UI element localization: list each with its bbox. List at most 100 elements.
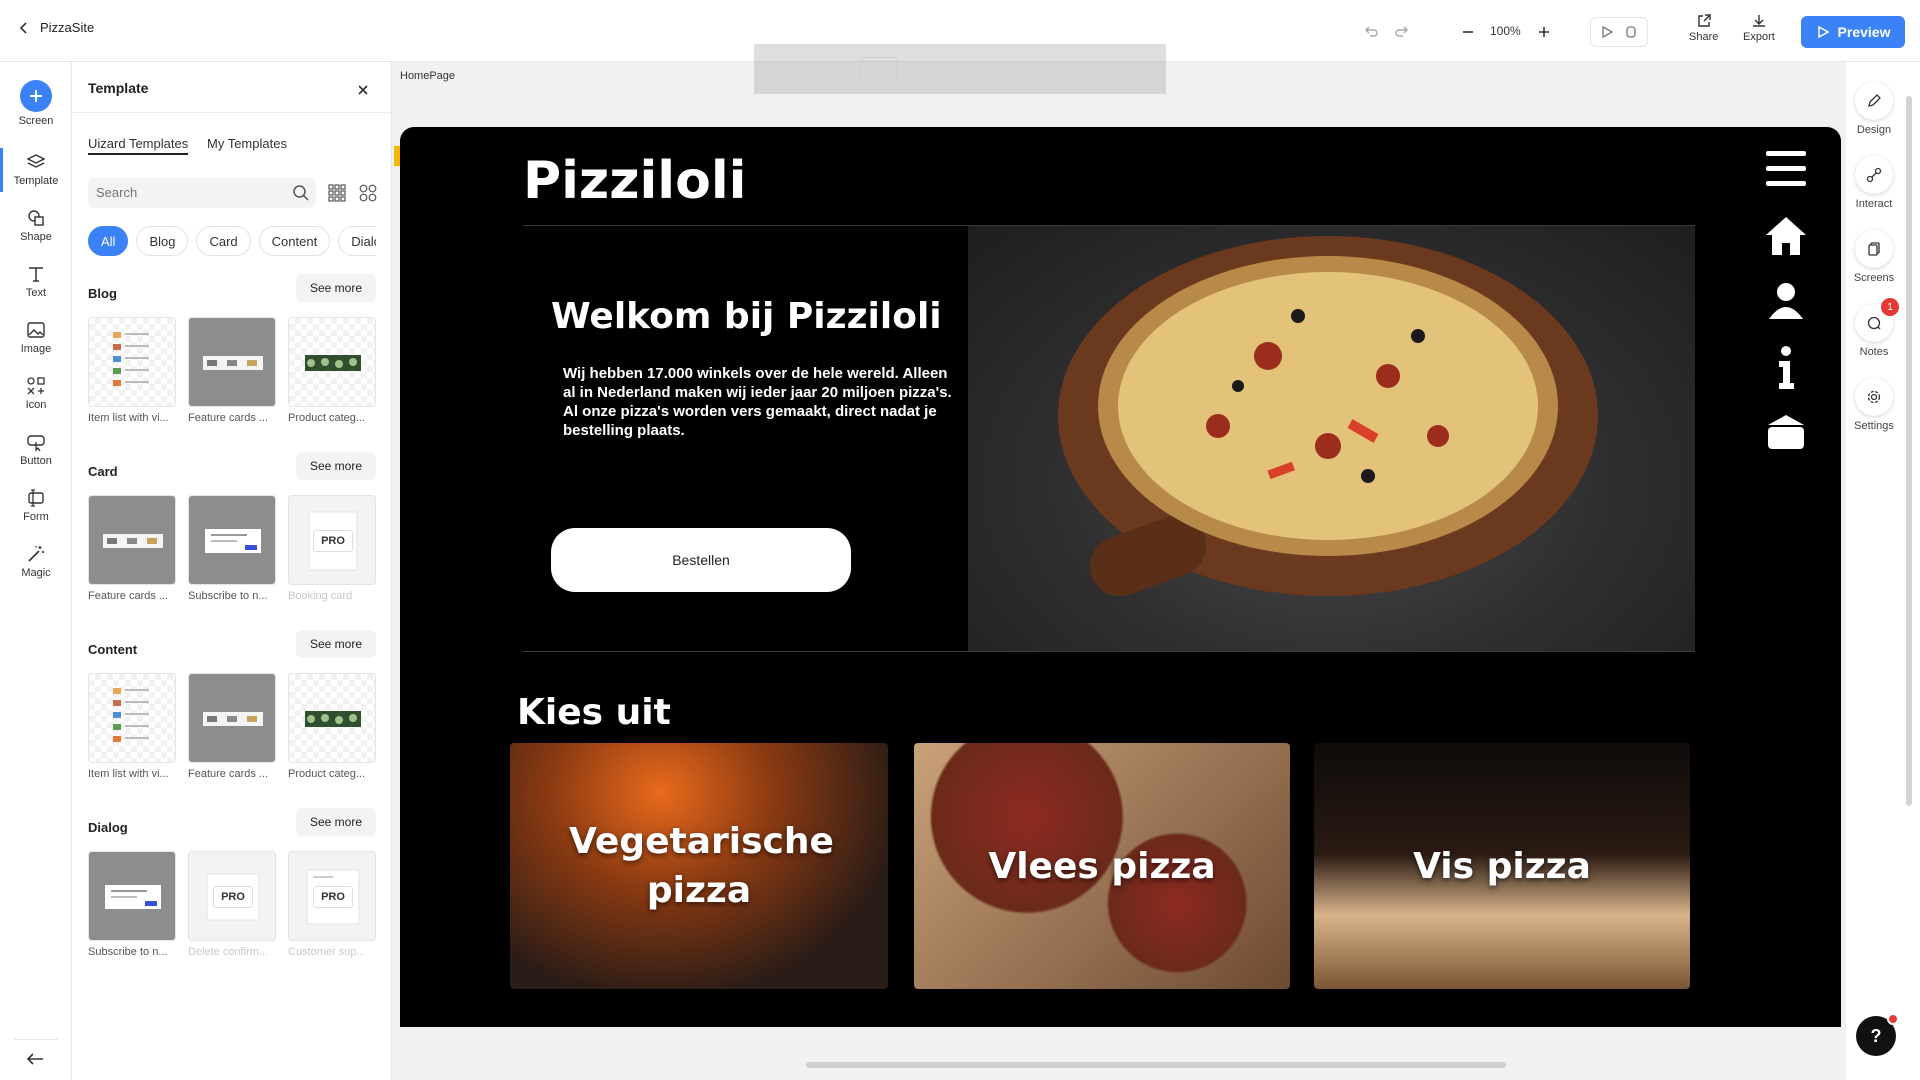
link-nodes-icon	[1866, 167, 1882, 183]
play-icon[interactable]	[1600, 25, 1614, 39]
box-icon[interactable]	[1764, 411, 1808, 451]
template-thumb[interactable]	[88, 317, 176, 407]
order-button[interactable]: Bestellen	[551, 528, 851, 592]
search-input[interactable]	[96, 185, 286, 200]
template-thumb[interactable]	[88, 673, 176, 763]
category-card-vegetarian[interactable]: Vegetarische pizza	[510, 743, 888, 989]
screen-frame[interactable]: Pizziloli Welkom bij Pizziloli Wij hebbe…	[400, 127, 1841, 1027]
see-more-dialog-button[interactable]: See more	[296, 808, 376, 836]
search-icon[interactable]	[292, 184, 310, 202]
template-thumb[interactable]	[288, 317, 376, 407]
card-title: Vegetarische pizza	[569, 821, 834, 911]
template-thumb[interactable]	[188, 317, 276, 407]
pencil-icon	[1868, 94, 1881, 107]
export-button[interactable]: Export	[1743, 13, 1775, 43]
rail-item-image[interactable]: Image	[0, 320, 72, 355]
template-thumb[interactable]	[88, 851, 176, 941]
preview-button[interactable]: Preview	[1801, 16, 1905, 48]
download-icon	[1752, 15, 1765, 27]
info-icon[interactable]	[1764, 345, 1808, 391]
back-to-projects-button[interactable]: PizzaSite	[18, 20, 94, 35]
template-thumb[interactable]	[188, 495, 276, 585]
tab-my-templates[interactable]: My Templates	[207, 136, 287, 151]
rail-label: Interact	[1855, 198, 1893, 210]
see-more-card-button[interactable]: See more	[296, 452, 376, 480]
feature-cards-preview-icon	[103, 534, 163, 548]
chip-dialog[interactable]: Dialo	[338, 226, 376, 256]
section-title-card: Card	[88, 464, 118, 479]
vertical-scrollbar[interactable]	[1906, 96, 1912, 806]
template-thumb[interactable]	[188, 673, 276, 763]
user-icon[interactable]	[1764, 281, 1808, 321]
gear-icon	[1867, 390, 1881, 404]
see-more-content-button[interactable]: See more	[296, 630, 376, 658]
share-button[interactable]: Share	[1689, 13, 1718, 43]
horizontal-scrollbar[interactable]	[806, 1062, 1506, 1068]
site-title: Pizziloli	[523, 151, 747, 211]
rail-item-template[interactable]: Template	[0, 152, 72, 187]
chip-card[interactable]: Card	[196, 226, 251, 256]
grid-large-icon[interactable]	[359, 184, 377, 202]
help-notification-dot	[1887, 1013, 1899, 1025]
chip-all[interactable]: All	[88, 226, 129, 256]
tab-uizard-templates[interactable]: Uizard Templates	[88, 136, 189, 155]
page-name-label[interactable]: HomePage	[400, 70, 455, 82]
template-caption: Customer sup...	[288, 946, 366, 958]
undo-icon[interactable]	[1357, 18, 1385, 46]
rail-item-interact[interactable]: Interact	[1846, 156, 1902, 210]
template-thumb[interactable]: PRO	[288, 851, 376, 941]
rail-label: Notes	[1859, 346, 1889, 358]
rail-item-form[interactable]: Form	[0, 488, 72, 523]
template-caption: Subscribe to n...	[88, 946, 168, 958]
pro-badge: PRO	[213, 886, 253, 908]
template-caption: Product categ...	[288, 768, 366, 780]
pro-badge: PRO	[313, 530, 353, 552]
rail-item-screens[interactable]: Screens	[1846, 230, 1902, 284]
zoom-in-icon[interactable]	[1530, 18, 1558, 46]
rail-item-icon[interactable]: Icon	[0, 376, 72, 411]
collapse-arrow-icon[interactable]	[26, 1052, 44, 1066]
category-card-meat[interactable]: Vlees pizza	[914, 743, 1290, 989]
rail-item-design[interactable]: Design	[1846, 82, 1902, 136]
template-caption: Feature cards ...	[88, 590, 169, 602]
chip-blog[interactable]: Blog	[136, 226, 189, 256]
zoom-level[interactable]: 100%	[1490, 24, 1521, 38]
rail-item-settings[interactable]: Settings	[1846, 378, 1902, 432]
chip-content[interactable]: Content	[258, 226, 331, 256]
rail-item-text[interactable]: Text	[0, 264, 72, 299]
choose-title: Kies uit	[517, 692, 671, 733]
hero-title: Welkom bij Pizziloli	[551, 296, 942, 337]
rail-item-shape[interactable]: Shape	[0, 208, 72, 243]
rail-item-notes[interactable]: 1 Notes	[1846, 298, 1902, 358]
template-caption: Feature cards ...	[188, 412, 269, 424]
grid-small-icon[interactable]	[328, 184, 346, 202]
layers-icon	[26, 154, 46, 168]
divider	[72, 112, 392, 113]
redo-icon[interactable]	[1388, 18, 1416, 46]
category-chips: All Blog Card Content Dialo	[88, 226, 376, 258]
menu-icon[interactable]	[1764, 149, 1808, 189]
rail-item-button[interactable]: Button	[0, 432, 72, 467]
template-thumb[interactable]	[88, 495, 176, 585]
category-card-fish[interactable]: Vis pizza	[1314, 743, 1690, 989]
template-panel: Template Uizard Templates My Templates A…	[72, 62, 392, 1080]
rail-label: Image	[20, 343, 52, 355]
home-icon[interactable]	[1764, 215, 1808, 257]
item-list-preview-icon	[113, 332, 149, 386]
hand-icon[interactable]	[1623, 24, 1639, 40]
close-icon[interactable]	[351, 78, 375, 102]
rail-item-magic[interactable]: Magic	[0, 544, 72, 579]
template-thumb[interactable]: PRO	[188, 851, 276, 941]
template-thumb[interactable]: PRO	[288, 495, 376, 585]
export-label: Export	[1743, 31, 1775, 43]
rail-label: Screens	[1853, 272, 1895, 284]
template-caption: Booking card	[288, 590, 353, 602]
comment-icon	[1867, 316, 1881, 330]
product-category-preview-icon	[305, 355, 361, 371]
see-more-blog-button[interactable]: See more	[296, 274, 376, 302]
section-title-blog: Blog	[88, 286, 117, 301]
rail-item-screen[interactable]: Screen	[0, 80, 72, 127]
card-title: Vis pizza	[1413, 845, 1591, 887]
zoom-out-icon[interactable]	[1454, 18, 1482, 46]
template-thumb[interactable]	[288, 673, 376, 763]
